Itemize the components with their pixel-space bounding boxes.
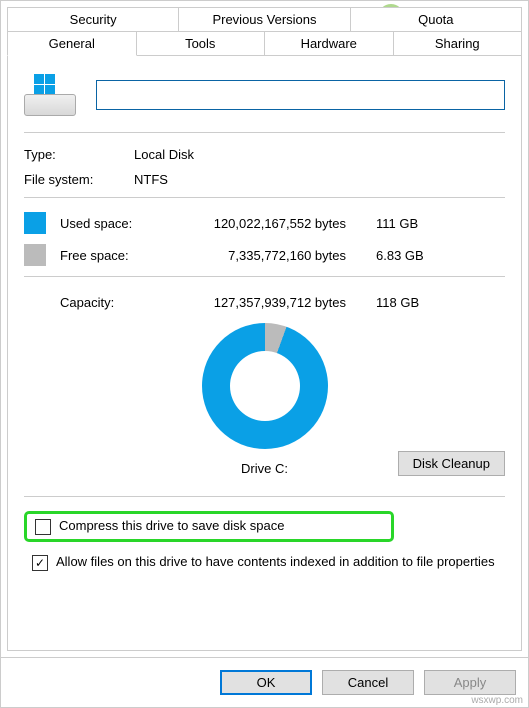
tab-previous-versions[interactable]: Previous Versions [179,7,350,31]
index-checkbox[interactable] [32,555,48,571]
free-space-bytes: 7,335,772,160 bytes [176,248,376,263]
free-space-swatch [24,244,46,266]
filesystem-label: File system: [24,172,134,187]
divider [24,132,505,133]
usage-donut-chart [202,323,328,449]
type-value: Local Disk [134,147,194,162]
dialog-button-bar: OK Cancel Apply [1,657,528,707]
index-label: Allow files on this drive to have conten… [56,554,495,569]
compress-checkbox[interactable] [35,519,51,535]
compress-checkbox-row[interactable]: Compress this drive to save disk space [24,511,394,542]
drive-icon [24,74,76,116]
capacity-human: 118 GB [376,295,456,310]
tab-strip: Security Previous Versions Quota General… [1,1,528,56]
tab-quota[interactable]: Quota [351,7,522,31]
index-checkbox-row[interactable]: Allow files on this drive to have conten… [24,550,505,575]
free-space-human: 6.83 GB [376,248,456,263]
drive-name-input[interactable] [96,80,505,110]
tab-hardware[interactable]: Hardware [265,31,394,56]
compress-label: Compress this drive to save disk space [59,518,284,533]
disk-cleanup-button[interactable]: Disk Cleanup [398,451,505,476]
tab-sharing[interactable]: Sharing [394,31,523,56]
used-space-swatch [24,212,46,234]
filesystem-value: NTFS [134,172,168,187]
tab-general[interactable]: General [7,31,137,56]
drive-properties-window: APPUALS Security Previous Versions Quota… [0,0,529,708]
tab-panel-general: Type: Local Disk File system: NTFS Used … [7,56,522,651]
type-label: Type: [24,147,134,162]
free-space-label: Free space: [60,248,176,263]
capacity-label: Capacity: [60,295,176,310]
apply-button[interactable]: Apply [424,670,516,695]
divider [24,276,505,277]
divider [24,496,505,497]
divider [24,197,505,198]
ok-button[interactable]: OK [220,670,312,695]
cancel-button[interactable]: Cancel [322,670,414,695]
capacity-bytes: 127,357,939,712 bytes [176,295,376,310]
tab-tools[interactable]: Tools [137,31,266,56]
tab-security[interactable]: Security [7,7,179,31]
capacity-swatch-spacer [24,291,46,313]
drive-label: Drive C: [202,461,328,476]
used-space-human: 111 GB [376,216,456,231]
used-space-bytes: 120,022,167,552 bytes [176,216,376,231]
used-space-label: Used space: [60,216,176,231]
